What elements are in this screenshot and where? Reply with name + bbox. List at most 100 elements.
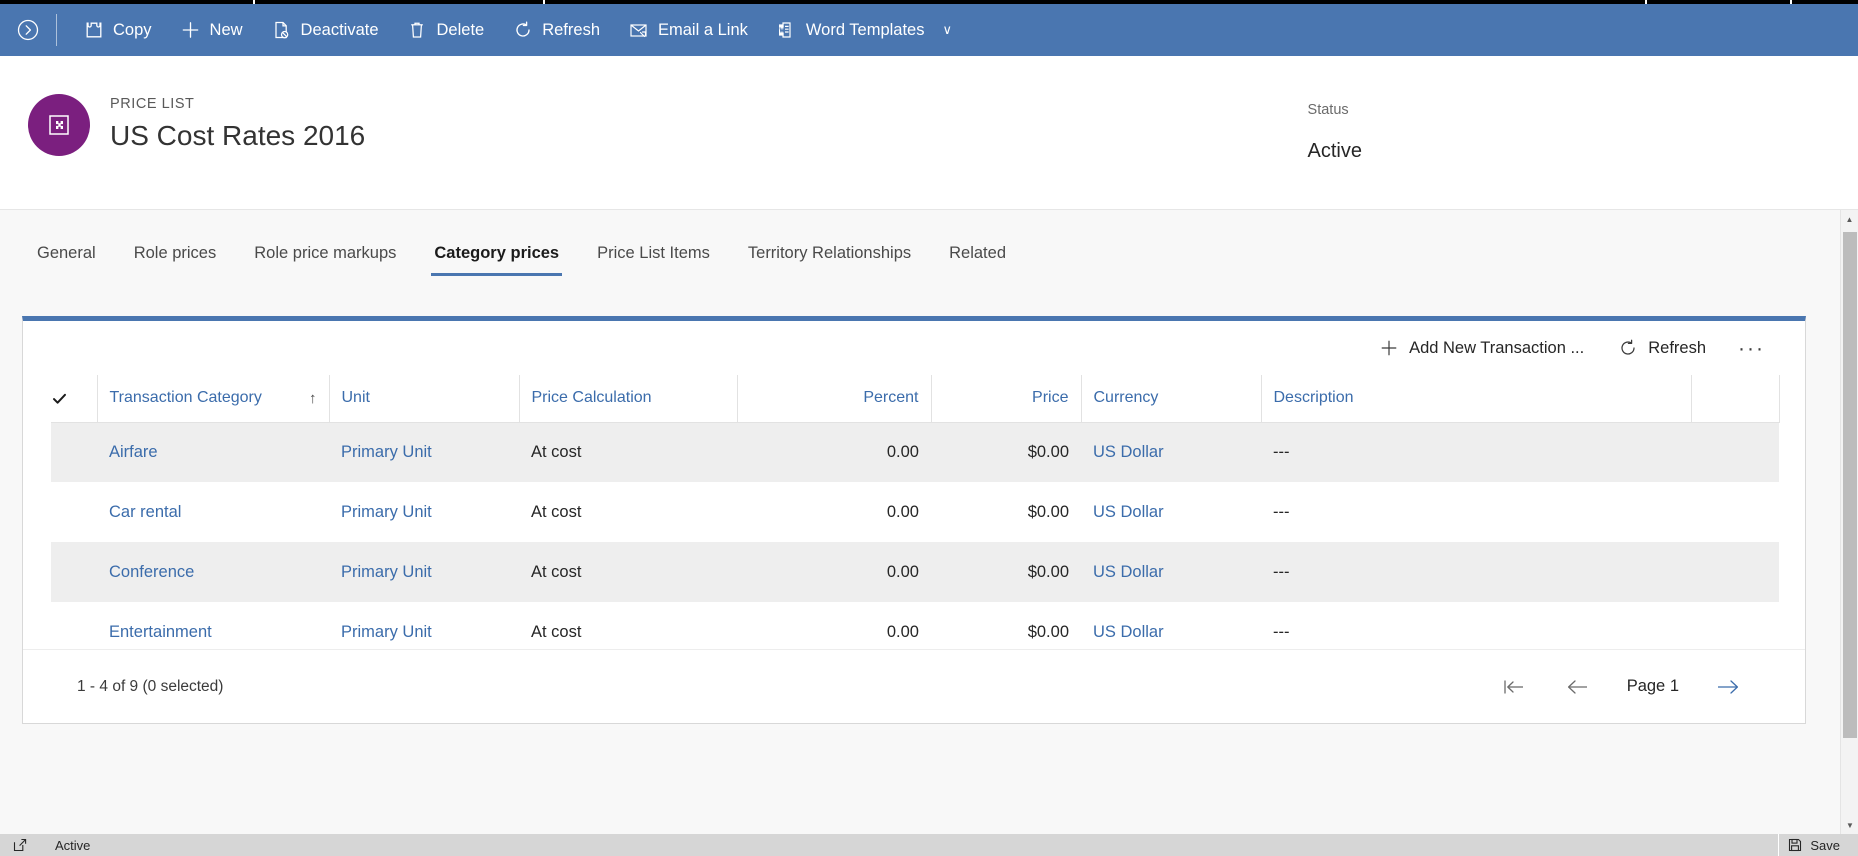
copy-button[interactable]: Copy: [69, 4, 166, 56]
cell-transaction-category[interactable]: Airfare: [97, 422, 329, 482]
row-select-checkbox[interactable]: [51, 422, 97, 482]
tab-label: Territory Relationships: [747, 243, 912, 262]
tab-role-price-markups[interactable]: Role price markups: [235, 230, 415, 276]
currency-link[interactable]: US Dollar: [1093, 623, 1164, 641]
status-value[interactable]: Active: [1308, 140, 1362, 163]
delete-button[interactable]: Delete: [393, 4, 499, 56]
column-header-unit[interactable]: Unit: [329, 375, 520, 423]
tab-price-list-items[interactable]: Price List Items: [578, 230, 729, 276]
status-bar-separator: [1778, 834, 1780, 856]
tab-related[interactable]: Related: [930, 230, 1025, 276]
column-header-description[interactable]: Description: [1261, 375, 1692, 423]
unit-link[interactable]: Primary Unit: [341, 563, 432, 581]
chevron-right-circle-icon: [16, 18, 40, 42]
cell-spacer: [1691, 422, 1779, 482]
cell-spacer: [1691, 482, 1779, 542]
table-row[interactable]: Conference Primary Unit At cost 0.00 $0.…: [51, 542, 1779, 602]
puzzle-icon: [83, 20, 104, 41]
column-header-price[interactable]: Price: [931, 375, 1082, 423]
email-a-link-button[interactable]: Email a Link: [614, 4, 762, 56]
save-icon[interactable]: [1787, 838, 1802, 853]
popout-icon[interactable]: [12, 838, 27, 853]
cell-price-calculation: At cost: [531, 562, 582, 581]
currency-link[interactable]: US Dollar: [1093, 443, 1164, 461]
record-header: PRICE LIST US Cost Rates 2016 Status Act…: [0, 56, 1858, 210]
cell-unit[interactable]: Primary Unit: [329, 542, 519, 602]
next-page-icon[interactable]: [1713, 672, 1743, 702]
first-page-icon[interactable]: [1499, 672, 1529, 702]
chevron-down-icon[interactable]: ∨: [943, 22, 953, 38]
expand-command-bar-button[interactable]: [0, 4, 56, 56]
cell-unit[interactable]: Primary Unit: [329, 422, 519, 482]
trash-icon: [407, 20, 428, 41]
scrollbar-thumb[interactable]: [1843, 232, 1857, 738]
column-label: Price: [1032, 389, 1069, 407]
deactivate-button[interactable]: Deactivate: [257, 4, 393, 56]
category-prices-grid-card: Add New Transaction ... Refresh ··· Tran…: [22, 316, 1806, 724]
transaction-category-link[interactable]: Entertainment: [109, 623, 212, 641]
column-label: Price Calculation: [531, 389, 652, 407]
row-select-checkbox[interactable]: [51, 482, 97, 542]
transaction-category-link[interactable]: Conference: [109, 563, 194, 581]
cell-currency[interactable]: US Dollar: [1081, 482, 1261, 542]
scroll-down-arrow-icon[interactable]: ▼: [1841, 816, 1858, 834]
tab-role-prices[interactable]: Role prices: [115, 230, 236, 276]
word-document-icon: [776, 20, 797, 41]
grid-refresh-button[interactable]: Refresh: [1604, 332, 1720, 364]
currency-link[interactable]: US Dollar: [1093, 563, 1164, 581]
transaction-category-link[interactable]: Car rental: [109, 503, 181, 521]
page-title: US Cost Rates 2016: [110, 120, 366, 151]
column-header-currency[interactable]: Currency: [1081, 375, 1262, 423]
delete-label: Delete: [436, 20, 485, 39]
refresh-button[interactable]: Refresh: [498, 4, 614, 56]
new-button[interactable]: New: [166, 4, 257, 56]
cell-currency[interactable]: US Dollar: [1081, 542, 1261, 602]
unit-link[interactable]: Primary Unit: [341, 503, 432, 521]
command-bar: Copy New Deactivate Delete Refresh Email…: [0, 4, 1858, 56]
checkmark-icon: [51, 390, 96, 407]
cell-unit[interactable]: Primary Unit: [329, 482, 519, 542]
copy-label: Copy: [113, 20, 152, 39]
table-row[interactable]: Car rental Primary Unit At cost 0.00 $0.…: [51, 482, 1779, 542]
cell-price: $0.00: [1027, 502, 1069, 521]
tab-category-prices[interactable]: Category prices: [415, 230, 578, 276]
cell-percent: 0.00: [886, 502, 919, 521]
tab-territory-relationships[interactable]: Territory Relationships: [729, 230, 930, 276]
status-bar-state-label: Active: [55, 837, 91, 853]
column-header-transaction-category[interactable]: Transaction Category ↑: [97, 375, 330, 423]
column-header-price-calculation[interactable]: Price Calculation: [519, 375, 738, 423]
unit-link[interactable]: Primary Unit: [341, 443, 432, 461]
transaction-category-link[interactable]: Airfare: [109, 443, 158, 461]
table-header-row: Transaction Category ↑ Unit Price Calcul…: [51, 375, 1780, 423]
grid-overflow-menu-button[interactable]: ···: [1726, 334, 1777, 363]
cell-currency[interactable]: US Dollar: [1081, 422, 1261, 482]
currency-link[interactable]: US Dollar: [1093, 503, 1164, 521]
previous-page-icon[interactable]: [1563, 672, 1593, 702]
column-header-percent[interactable]: Percent: [737, 375, 932, 423]
column-header-spacer: [1691, 375, 1780, 423]
tab-general[interactable]: General: [18, 230, 115, 276]
avatar: [28, 94, 90, 156]
add-new-transaction-button[interactable]: Add New Transaction ...: [1365, 332, 1598, 364]
select-all-header[interactable]: [51, 375, 98, 423]
document-block-icon: [271, 20, 292, 41]
row-select-checkbox[interactable]: [51, 542, 97, 602]
unit-link[interactable]: Primary Unit: [341, 623, 432, 641]
refresh-icon: [1618, 338, 1638, 358]
save-label[interactable]: Save: [1810, 838, 1840, 853]
plus-icon: [1379, 338, 1399, 358]
scroll-up-arrow-icon[interactable]: ▲: [1841, 210, 1858, 228]
page-scrollbar[interactable]: ▲ ▼: [1840, 210, 1858, 834]
word-templates-label: Word Templates: [805, 20, 925, 39]
table-row[interactable]: Airfare Primary Unit At cost 0.00 $0.00 …: [51, 422, 1779, 482]
tab-label: Role price markups: [254, 243, 397, 262]
status-bar-left: Active: [12, 838, 90, 853]
email-a-link-label: Email a Link: [658, 20, 748, 39]
cell-transaction-category[interactable]: Conference: [97, 542, 329, 602]
tab-label: Related: [949, 243, 1006, 262]
add-new-transaction-label: Add New Transaction ...: [1409, 338, 1585, 357]
word-templates-button[interactable]: Word Templates ∨: [762, 4, 966, 56]
cell-transaction-category[interactable]: Car rental: [97, 482, 329, 542]
cell-description: ---: [1273, 562, 1290, 581]
refresh-icon: [512, 20, 533, 41]
